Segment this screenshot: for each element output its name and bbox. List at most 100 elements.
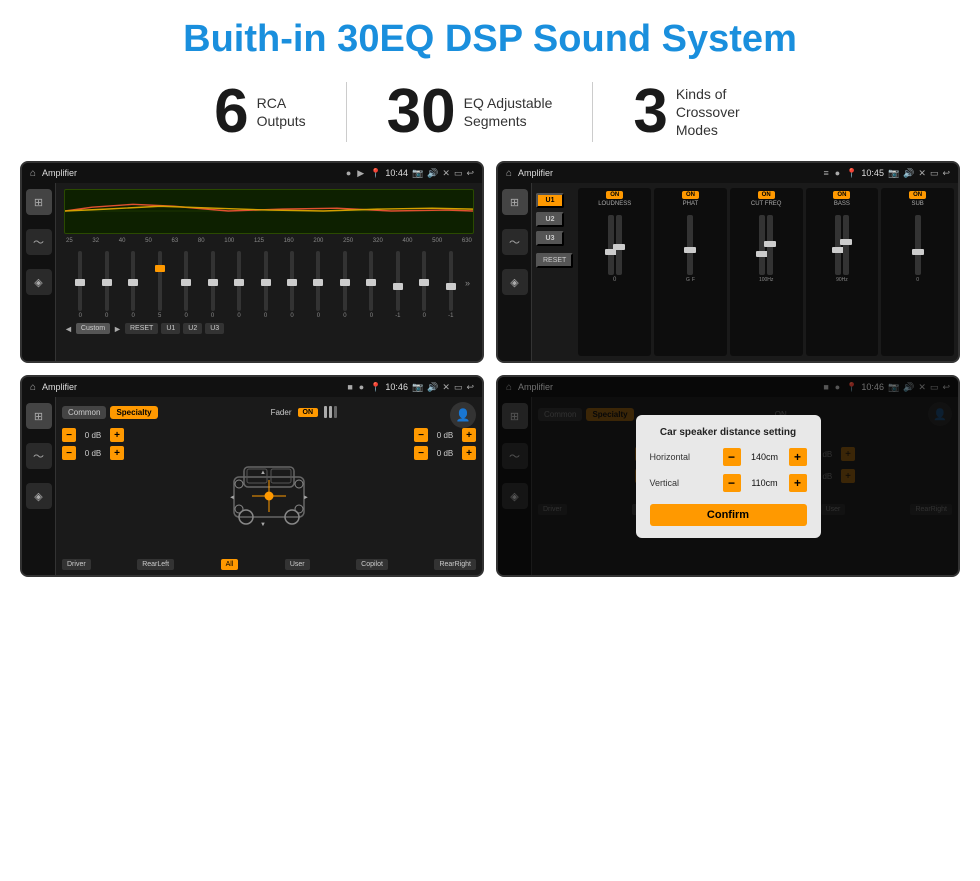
right-db-control: − 0 dB + − 0 dB + xyxy=(414,428,476,556)
loudness-slider-r[interactable] xyxy=(616,215,622,275)
eq-u1-btn[interactable]: U1 xyxy=(161,323,180,334)
cutfreq-slider-r[interactable] xyxy=(767,215,773,275)
eq-slider-1[interactable]: 0 xyxy=(68,251,92,319)
profile-btn[interactable]: 👤 xyxy=(450,402,476,428)
dialog-vertical-value: 110cm xyxy=(747,478,783,488)
sidebar-eq-btn3[interactable]: ⊞ xyxy=(26,403,52,429)
db-plus-tl[interactable]: + xyxy=(110,428,124,442)
loudness-panel: ON LOUDNESS 0 xyxy=(578,188,651,356)
amp2-reset-btn[interactable]: RESET xyxy=(536,253,573,268)
db-value-br: 0 dB xyxy=(431,449,459,458)
eq-slider-2[interactable]: 0 xyxy=(94,251,118,319)
home-icon-2: ⌂ xyxy=(506,168,512,179)
cam-icon-3: 📷 xyxy=(412,382,423,393)
eq-content: ⊞ 〜 ◈ 25 32 40 50 63 8 xyxy=(22,183,482,361)
user-btn[interactable]: User xyxy=(285,559,310,570)
db-minus-br[interactable]: − xyxy=(414,446,428,460)
dialog-vertical-plus[interactable]: + xyxy=(789,474,807,492)
driver-btn[interactable]: Driver xyxy=(62,559,91,570)
phat-slider[interactable] xyxy=(687,215,693,275)
sidebar-wave-btn3[interactable]: 〜 xyxy=(26,443,52,469)
sidebar-vol-btn[interactable]: ◈ xyxy=(26,269,52,295)
eq-slider-14[interactable]: 0 xyxy=(412,251,436,319)
all-btn[interactable]: All xyxy=(221,559,239,570)
copilot-btn[interactable]: Copilot xyxy=(356,559,388,570)
cutfreq-on: ON xyxy=(758,191,775,199)
back-icon-1: ↩ xyxy=(466,168,474,179)
eq-slider-3[interactable]: 0 xyxy=(121,251,145,319)
eq-slider-9[interactable]: 0 xyxy=(280,251,304,319)
phat-panel: ON PHAT G F xyxy=(654,188,727,356)
eq-slider-6[interactable]: 0 xyxy=(200,251,224,319)
fader-row: Fader ON xyxy=(271,406,337,418)
rearleft-btn[interactable]: RearLeft xyxy=(137,559,174,570)
eq-bottom-bar: ◄ Custom ► RESET U1 U2 U3 xyxy=(64,323,474,334)
freq-630: 630 xyxy=(462,238,472,244)
u2-channel-btn[interactable]: U2 xyxy=(536,212,564,227)
sidebar-vol-btn2[interactable]: ◈ xyxy=(502,269,528,295)
sub-slider[interactable] xyxy=(915,215,921,275)
vol-icon-1: 🔊 xyxy=(427,168,438,179)
eq-u2-btn[interactable]: U2 xyxy=(183,323,202,334)
status-right-3: 📍 10:46 📷 🔊 ✕ ▭ ↩ xyxy=(370,382,474,393)
menu-icon-2: ≡ xyxy=(824,168,829,178)
db-minus-tr[interactable]: − xyxy=(414,428,428,442)
u1-channel-btn[interactable]: U1 xyxy=(536,193,564,208)
svg-text:◄: ◄ xyxy=(229,495,235,501)
eq-slider-8[interactable]: 0 xyxy=(253,251,277,319)
fader-on-toggle[interactable]: ON xyxy=(298,408,319,417)
freq-40: 40 xyxy=(119,238,126,244)
cam-icon-1: 📷 xyxy=(412,168,423,179)
db-plus-br[interactable]: + xyxy=(462,446,476,460)
svg-text:▲: ▲ xyxy=(260,470,266,476)
db-value-tl: 0 dB xyxy=(79,431,107,440)
db-plus-bl[interactable]: + xyxy=(110,446,124,460)
eq-reset-btn[interactable]: RESET xyxy=(125,323,158,334)
eq-next-btn[interactable]: ► xyxy=(113,324,122,334)
app-name-2: Amplifier xyxy=(518,168,817,178)
dialog-horizontal-minus[interactable]: − xyxy=(723,448,741,466)
dialog-box: Car speaker distance setting Horizontal … xyxy=(636,415,821,538)
sidebar-eq-btn2[interactable]: ⊞ xyxy=(502,189,528,215)
eq-sidebar: ⊞ 〜 ◈ xyxy=(22,183,56,361)
u3-channel-btn[interactable]: U3 xyxy=(536,231,564,246)
sidebar-eq-btn[interactable]: ⊞ xyxy=(26,189,52,215)
eq-slider-4[interactable]: 5 xyxy=(147,251,171,319)
freq-100: 100 xyxy=(224,238,234,244)
confirm-button[interactable]: Confirm xyxy=(650,504,807,526)
sidebar-vol-btn3[interactable]: ◈ xyxy=(26,483,52,509)
freq-80: 80 xyxy=(198,238,205,244)
phat-name: PHAT xyxy=(683,201,699,207)
bass-slider-r[interactable] xyxy=(843,215,849,275)
sidebar-wave-btn[interactable]: 〜 xyxy=(26,229,52,255)
stat-number-crossover: 3 xyxy=(633,81,667,143)
db-plus-tr[interactable]: + xyxy=(462,428,476,442)
cutfreq-name: CUT FREQ xyxy=(751,201,782,207)
stat-rca: 6 RCAOutputs xyxy=(174,81,346,143)
phat-on: ON xyxy=(682,191,699,199)
dialog-horizontal-row: Horizontal − 140cm + xyxy=(650,448,807,466)
tab-specialty[interactable]: Specialty xyxy=(110,406,157,419)
dialog-vertical-minus[interactable]: − xyxy=(723,474,741,492)
back-icon-3: ↩ xyxy=(466,382,474,393)
rearright-btn[interactable]: RearRight xyxy=(434,559,476,570)
dialog-horizontal-plus[interactable]: + xyxy=(789,448,807,466)
eq-slider-11[interactable]: 0 xyxy=(333,251,357,319)
db-minus-tl[interactable]: − xyxy=(62,428,76,442)
tab-common[interactable]: Common xyxy=(62,406,106,419)
eq-slider-10[interactable]: 0 xyxy=(306,251,330,319)
eq-slider-7[interactable]: 0 xyxy=(227,251,251,319)
freq-500: 500 xyxy=(432,238,442,244)
eq-slider-13[interactable]: -1 xyxy=(386,251,410,319)
bass-slider-l[interactable] xyxy=(835,215,841,275)
freq-250: 250 xyxy=(343,238,353,244)
stat-label-eq: EQ AdjustableSegments xyxy=(464,94,553,130)
eq-slider-15[interactable]: -1 xyxy=(439,251,463,319)
eq-slider-5[interactable]: 0 xyxy=(174,251,198,319)
sidebar-wave-btn2[interactable]: 〜 xyxy=(502,229,528,255)
eq-custom-btn[interactable]: Custom xyxy=(76,323,110,334)
eq-prev-btn[interactable]: ◄ xyxy=(64,324,73,334)
eq-slider-12[interactable]: 0 xyxy=(359,251,383,319)
eq-u3-btn[interactable]: U3 xyxy=(205,323,224,334)
db-minus-bl[interactable]: − xyxy=(62,446,76,460)
